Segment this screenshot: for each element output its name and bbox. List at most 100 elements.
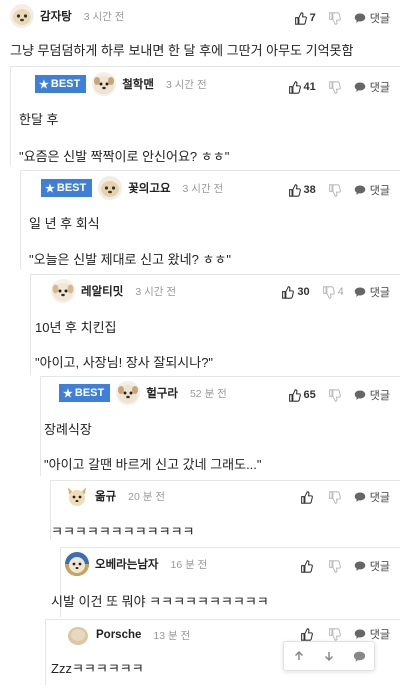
comment-time: 52 분 전 [189,387,227,400]
thumbs-down-icon [328,388,341,402]
comment-author[interactable]: 헐구라 [146,385,178,401]
best-badge: ★ BEST [35,75,87,93]
star-icon: ★ [39,78,49,91]
avatar[interactable] [65,552,89,576]
upvote-button[interactable]: 41 [288,80,316,94]
thumbs-up-icon [281,285,295,299]
avatar[interactable] [65,484,89,508]
speech-bubble-icon [354,560,366,572]
comment-time: 16 분 전 [170,558,208,571]
upvote-button[interactable] [300,627,316,641]
speech-bubble-icon [354,81,366,93]
avatar[interactable] [10,4,34,28]
thumbs-up-icon [288,80,301,94]
downvote-button[interactable] [328,490,344,504]
comment-text: "아이고 갈땐 바르게 신고 갔네 그래도..." [44,457,262,472]
reply-button[interactable]: 댓글 [354,387,390,403]
thumbs-down-icon [322,285,335,299]
avatar[interactable] [92,72,117,96]
comment: 옮규 20 분 전 댓글 ㅋㅋㅋㅋㅋㅋㅋㅋㅋㅋㅋㅋ [50,480,400,540]
thumbs-down-icon [328,627,341,641]
reply-label: 댓글 [369,185,390,197]
comment-text: "오늘은 신발 제대로 신고 왔네? ㅎㅎ" [29,252,231,267]
downvote-button[interactable]: 4 [322,285,344,299]
comment-time: 3 시간 전 [83,10,125,23]
reply-label: 댓글 [369,492,390,504]
downvote-button[interactable] [328,388,344,402]
speech-bubble-icon[interactable] [347,644,371,668]
comment-author[interactable]: 꽃의고요 [128,180,170,196]
arrow-up-icon[interactable] [287,644,311,668]
reply-button[interactable]: 댓글 [354,558,390,574]
thumbs-down-icon [328,80,341,94]
thumbs-down-icon [328,183,341,197]
comment-author[interactable]: 옮규 [95,488,116,504]
avatar[interactable] [116,381,141,405]
reply-label: 댓글 [369,287,390,299]
upvote-button[interactable] [300,490,316,504]
comment-author[interactable]: 철학맨 [122,76,154,92]
upvote-count: 7 [309,12,316,24]
thumbs-up-icon [300,559,313,573]
downvote-button[interactable] [328,627,344,641]
thumbs-down-icon [328,11,341,25]
speech-bubble-icon [354,184,366,196]
avatar[interactable] [51,279,75,303]
best-badge: ★ BEST [41,179,93,197]
comment-time: 3 시간 전 [182,182,224,195]
comment-text: "아이고, 사장님! 장사 잘되시나?" [35,355,214,370]
comment-time: 3 시간 전 [165,78,207,91]
thumbs-up-icon [300,627,313,641]
comment-time: 3 시간 전 [135,285,176,298]
comment-text: 한달 후 [19,112,59,127]
reply-button[interactable]: 댓글 [354,489,390,505]
upvote-button[interactable] [300,559,316,573]
speech-bubble-icon [354,491,366,503]
downvote-button[interactable] [328,11,344,25]
downvote-button[interactable] [328,183,344,197]
arrow-down-icon[interactable] [317,644,341,668]
thumbs-up-icon [300,490,313,504]
comment-text: 장례식장 [44,422,92,437]
comment: ★ BEST 꽃의고요 3 시간 전 38 댓글 일 년 후 회식 "오늘은 신발… [20,170,400,270]
reply-label: 댓글 [369,82,390,94]
comment-text: 시발 이건 또 뭐야 ㅋㅋㅋㅋㅋㅋㅋㅋㅋㅋ [51,594,269,609]
reply-button[interactable]: 댓글 [354,79,390,95]
comment-time: 20 분 전 [128,490,166,503]
upvote-button[interactable]: 38 [288,183,316,197]
reply-button[interactable]: 댓글 [354,284,390,300]
comment-text: 10년 후 치킨집 [35,320,117,335]
comment-author[interactable]: 오베라는남자 [95,556,158,572]
upvote-count: 30 [297,286,310,298]
avatar[interactable] [66,623,90,647]
reply-label: 댓글 [369,629,390,641]
downvote-button[interactable] [328,80,344,94]
thumbs-down-icon [328,490,341,504]
comment: 오베라는남자 16 분 전 댓글 시발 이건 또 뭐야 ㅋㅋㅋㅋㅋㅋㅋㅋㅋㅋ [51,547,400,617]
upvote-button[interactable]: 65 [288,388,316,402]
upvote-count: 65 [303,389,316,401]
downvote-button[interactable] [328,559,344,573]
comment-text: "요즘은 신발 짝짝이로 안신어요? ㅎㅎ" [19,149,230,164]
floating-nav-bar [283,641,375,671]
comment-author[interactable]: 레알티밋 [81,283,123,299]
reply-button[interactable]: 댓글 [354,10,390,26]
thumbs-down-icon [328,559,341,573]
upvote-button[interactable]: 30 [281,285,310,299]
comment-text: ㅋㅋㅋㅋㅋㅋㅋㅋㅋㅋㅋㅋ [51,524,195,539]
comment-author[interactable]: Porsche [96,629,141,641]
comment: 레알티밋 3 시간 전 30 4 댓글 10년 후 치킨집 "아이고, 사장님!… [30,274,400,374]
comment: 감자탕 3 시간 전 7 댓글 그냥 무덤덤하게 하루 보내면 한 달 후에 그… [0,0,400,62]
reply-button[interactable]: 댓글 [354,626,390,642]
speech-bubble-icon [354,286,366,298]
reply-label: 댓글 [369,390,390,402]
comment: ★ BEST 철학맨 3 시간 전 41 댓글 한달 후 "요즘은 신발 짝짝이로… [10,66,400,166]
avatar[interactable] [98,176,123,200]
upvote-button[interactable]: 7 [294,11,316,25]
best-badge: ★ BEST [59,384,111,402]
thumbs-up-icon [294,11,307,25]
upvote-count: 41 [303,81,316,93]
reply-button[interactable]: 댓글 [354,182,390,198]
comment-text: 그냥 무덤덤하게 하루 보내면 한 달 후에 그딴거 아무도 기억못함 [10,43,354,58]
comment-author[interactable]: 감자탕 [40,8,72,24]
